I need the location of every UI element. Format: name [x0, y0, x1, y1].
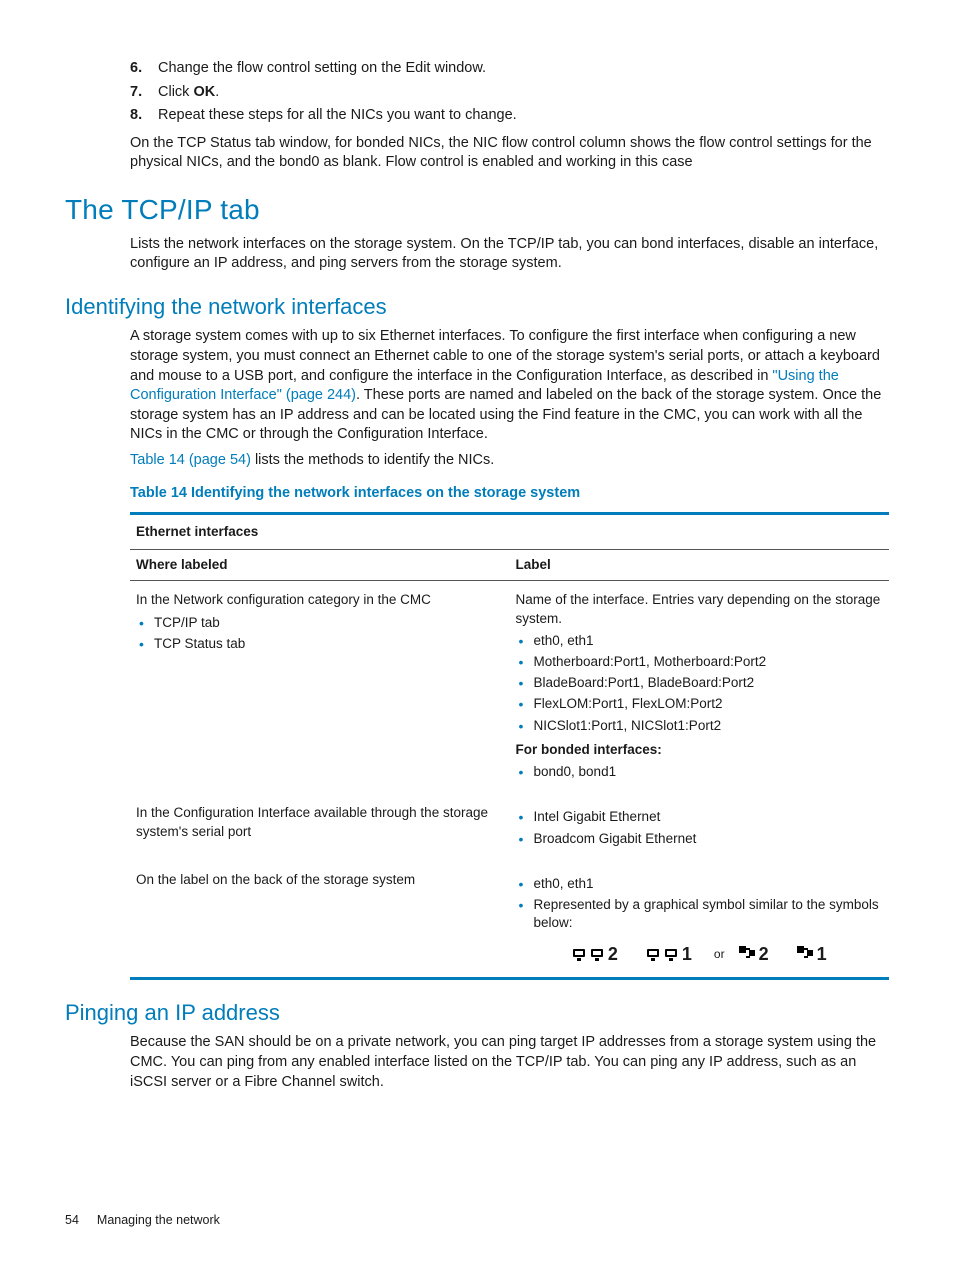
symbol-label-2: 2	[759, 942, 769, 966]
nic-alt-icon	[797, 946, 815, 964]
row3-left: On the label on the back of the storage …	[130, 861, 510, 978]
row3-right-bullets: eth0, eth1 Represented by a graphical sy…	[516, 875, 884, 933]
col-label: Label	[510, 550, 890, 581]
row1-right-bullets: eth0, eth1 Motherboard:Port1, Motherboar…	[516, 632, 884, 735]
page-footer: 54 Managing the network	[65, 1212, 889, 1229]
pinging-paragraph: Because the SAN should be on a private n…	[130, 1033, 889, 1092]
table-row: In the Configuration Interface available…	[130, 794, 889, 860]
list-item: Broadcom Gigabit Ethernet	[516, 830, 884, 848]
table-row: On the label on the back of the storage …	[130, 861, 889, 978]
row1-left-intro: In the Network configuration category in…	[136, 591, 504, 609]
list-item: FlexLOM:Port1, FlexLOM:Port2	[516, 695, 884, 713]
symbol-label-2: 2	[608, 942, 618, 966]
nic-symbol-group: 1	[797, 942, 827, 966]
list-item: Represented by a graphical symbol simila…	[516, 896, 884, 932]
bonded-label: For bonded interfaces:	[516, 741, 884, 759]
nic-port-icon	[664, 948, 680, 962]
heading-pinging: Pinging an IP address	[65, 998, 889, 1028]
step-8: 8. Repeat these steps for all the NICs y…	[130, 106, 889, 126]
or-text: or	[714, 946, 725, 962]
heading-tcpip-tab: The TCP/IP tab	[65, 191, 889, 229]
nic-symbol-group: 1	[646, 942, 692, 966]
tcp-status-paragraph: On the TCP Status tab window, for bonded…	[130, 134, 889, 173]
step-number: 7.	[130, 83, 158, 103]
list-item: Intel Gigabit Ethernet	[516, 808, 884, 826]
step-text: Change the flow control setting on the E…	[158, 59, 486, 79]
table-14-link[interactable]: Table 14 (page 54)	[130, 452, 251, 468]
table-14-title: Table 14 Identifying the network interfa…	[130, 484, 889, 504]
nic-port-icon	[646, 948, 662, 962]
symbol-label-1: 1	[682, 942, 692, 966]
step-number: 6.	[130, 59, 158, 79]
row1-right-intro: Name of the interface. Entries vary depe…	[516, 591, 884, 627]
numbered-steps: 6. Change the flow control setting on th…	[130, 59, 889, 126]
ok-label: OK	[193, 84, 215, 100]
row1-bonded-bullets: bond0, bond1	[516, 763, 884, 781]
nic-symbol-group: 2	[572, 942, 618, 966]
list-item: TCP/IP tab	[136, 614, 504, 632]
footer-chapter: Managing the network	[97, 1212, 220, 1229]
identifying-paragraph: A storage system comes with up to six Et…	[130, 327, 889, 444]
table-14: Ethernet interfaces Where labeled Label …	[130, 512, 889, 980]
step-number: 8.	[130, 106, 158, 126]
step-6: 6. Change the flow control setting on th…	[130, 59, 889, 79]
list-item: TCP Status tab	[136, 635, 504, 653]
row1-left-bullets: TCP/IP tab TCP Status tab	[136, 614, 504, 653]
table-row: In the Network configuration category in…	[130, 581, 889, 794]
page-number: 54	[65, 1212, 79, 1229]
nic-symbol-group: 2	[739, 942, 769, 966]
row2-right-bullets: Intel Gigabit Ethernet Broadcom Gigabit …	[516, 808, 884, 847]
table-ref-paragraph: Table 14 (page 54) lists the methods to …	[130, 451, 889, 471]
tcpip-paragraph: Lists the network interfaces on the stor…	[130, 235, 889, 274]
table-group-header: Ethernet interfaces	[130, 513, 889, 549]
nic-port-icon	[572, 948, 588, 962]
step-text: Repeat these steps for all the NICs you …	[158, 106, 517, 126]
heading-identifying: Identifying the network interfaces	[65, 292, 889, 322]
list-item: NICSlot1:Port1, NICSlot1:Port2	[516, 717, 884, 735]
list-item: BladeBoard:Port1, BladeBoard:Port2	[516, 674, 884, 692]
nic-port-icon	[590, 948, 606, 962]
list-item: eth0, eth1	[516, 632, 884, 650]
nic-symbols-row: 2 1 or 2 1	[516, 942, 884, 966]
nic-alt-icon	[739, 946, 757, 964]
list-item: eth0, eth1	[516, 875, 884, 893]
list-item: bond0, bond1	[516, 763, 884, 781]
list-item: Motherboard:Port1, Motherboard:Port2	[516, 653, 884, 671]
col-where-labeled: Where labeled	[130, 550, 510, 581]
step-7: 7. Click OK.	[130, 83, 889, 103]
symbol-label-1: 1	[817, 942, 827, 966]
row2-left: In the Configuration Interface available…	[130, 794, 510, 860]
step-text: Click OK.	[158, 83, 219, 103]
